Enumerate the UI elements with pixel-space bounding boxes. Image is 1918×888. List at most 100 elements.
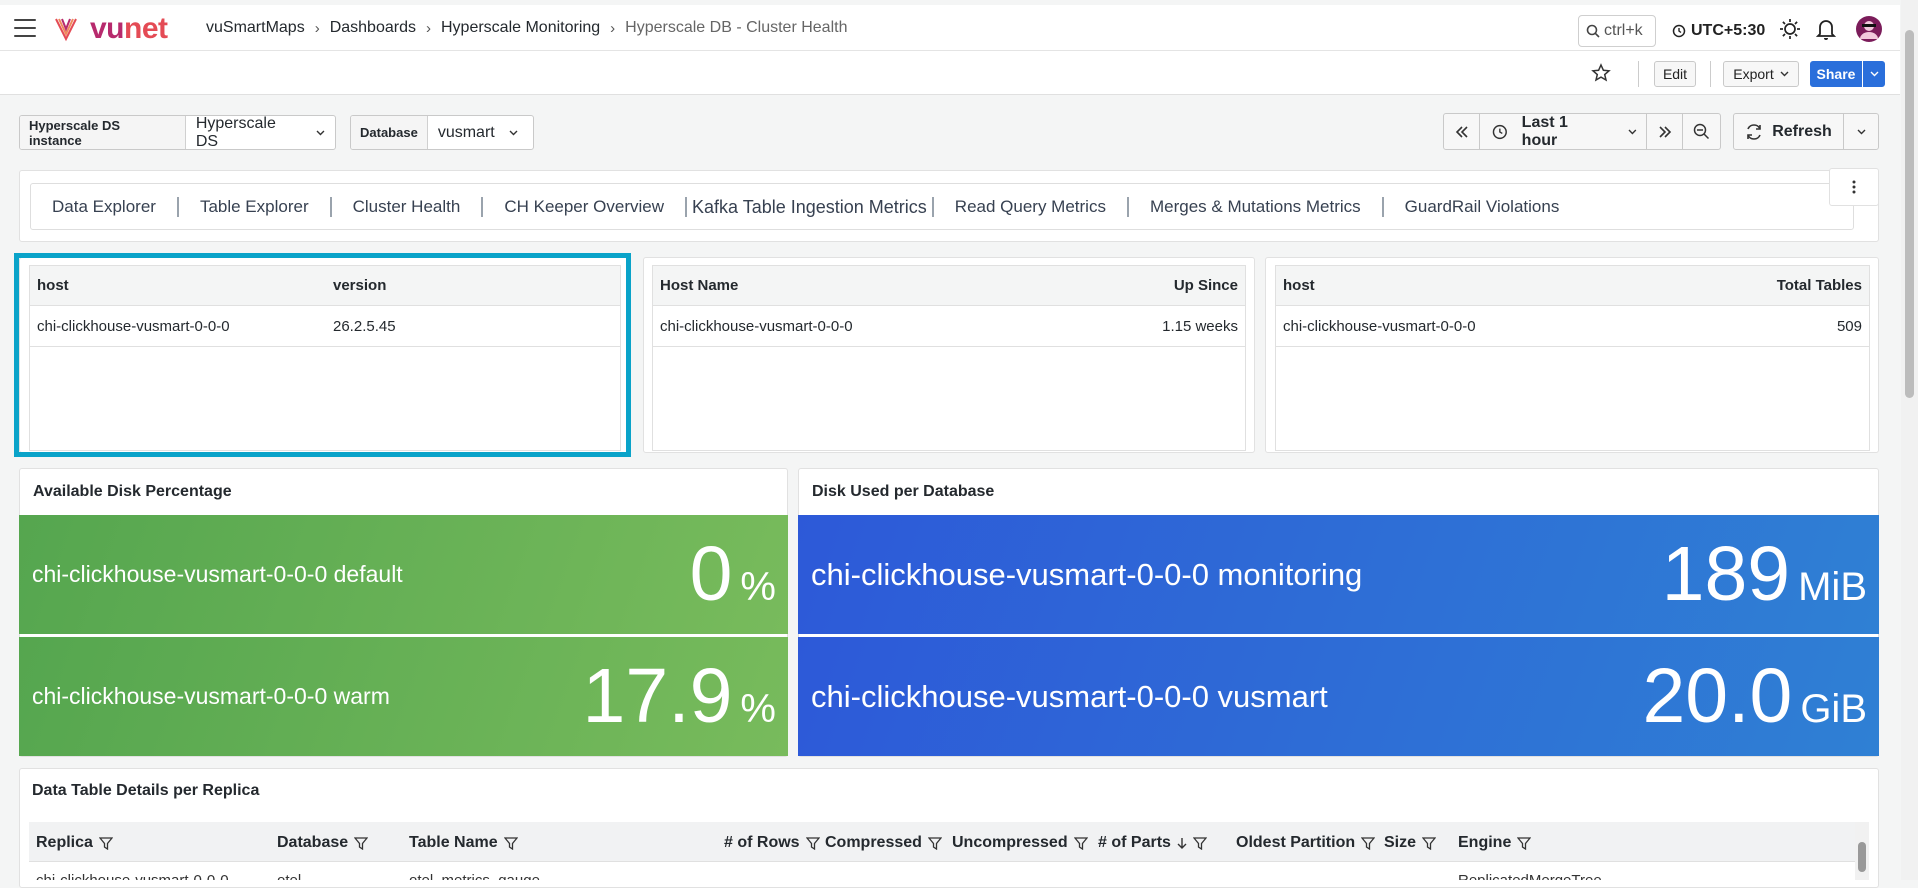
clock-icon <box>1672 24 1686 38</box>
cell-engine: ReplicatedMergeTree <box>1458 872 1602 880</box>
filter-icon[interactable] <box>1517 836 1532 850</box>
cell-up-since: 1.15 weeks <box>1162 317 1238 335</box>
filter-icon[interactable] <box>1422 836 1437 850</box>
stat-unit: MiB <box>1798 565 1867 609</box>
filter-icon[interactable] <box>1192 836 1207 850</box>
page-scrollbar[interactable] <box>1901 0 1918 880</box>
column-header-engine[interactable]: Engine <box>1458 834 1532 852</box>
breadcrumb-separator-icon: › <box>425 19 431 37</box>
tab-cluster-health[interactable]: Cluster Health <box>332 196 484 217</box>
tab-table-explorer[interactable]: Table Explorer <box>179 196 332 217</box>
variable-value: vusmart <box>437 123 495 141</box>
time-shift-forward-button[interactable] <box>1647 114 1683 149</box>
filter-icon[interactable] <box>98 836 113 850</box>
brand-mark-icon <box>55 18 77 42</box>
refresh-interval-dropdown[interactable] <box>1844 114 1878 149</box>
column-header-oldest-partition[interactable]: Oldest Partition <box>1236 834 1376 852</box>
stat-unit: % <box>740 565 776 609</box>
stat-value: 20.0 <box>1642 653 1793 739</box>
menu-icon[interactable] <box>14 19 36 37</box>
search-icon <box>1586 24 1600 38</box>
stat-unit: GiB <box>1800 687 1867 731</box>
theme-sun-icon[interactable] <box>1779 18 1801 40</box>
variable-label: Database <box>351 116 428 149</box>
notification-bell-icon[interactable] <box>1816 18 1836 40</box>
scrollbar-thumb[interactable] <box>1905 30 1914 398</box>
variable-label: Hyperscale DS instance <box>20 116 186 149</box>
panel-menu-button[interactable] <box>1829 168 1879 206</box>
column-header-compressed[interactable]: Compressed <box>825 834 942 852</box>
stat-value: 17.9 <box>582 653 733 739</box>
filter-icon[interactable] <box>1361 836 1376 850</box>
stat-tile: chi-clickhouse-vusmart-0-0-0 vusmart 20.… <box>798 637 1879 756</box>
stat-tile: chi-clickhouse-vusmart-0-0-0 monitoring … <box>798 515 1879 634</box>
breadcrumb-vusmartmaps[interactable]: vuSmartMaps <box>206 19 305 37</box>
export-label: Export <box>1733 66 1774 82</box>
total-tables-table: host Total Tables chi-clickhouse-vusmart-… <box>1275 265 1870 451</box>
column-header-parts[interactable]: # of Parts <box>1098 834 1207 852</box>
refresh-icon <box>1747 123 1762 140</box>
chevron-down-icon <box>316 130 325 135</box>
filter-icon[interactable] <box>503 836 518 850</box>
app-logo[interactable]: vunet <box>54 14 168 44</box>
export-button[interactable]: Export <box>1723 61 1799 87</box>
variable-database[interactable]: Database vusmart <box>350 115 534 150</box>
column-header-replica[interactable]: Replica <box>36 834 113 852</box>
breadcrumb-hyperscale-monitoring[interactable]: Hyperscale Monitoring <box>441 19 600 37</box>
edit-button[interactable]: Edit <box>1654 61 1696 87</box>
tab-merges-mutations-metrics[interactable]: Merges & Mutations Metrics <box>1129 196 1384 217</box>
zoom-out-button[interactable] <box>1683 114 1720 149</box>
variable-hyperscale-ds-instance[interactable]: Hyperscale DS instance Hyperscale DS <box>19 115 336 150</box>
timezone-button[interactable]: UTC+5:30 <box>1672 22 1765 40</box>
share-button[interactable]: Share <box>1810 61 1862 87</box>
filter-icon[interactable] <box>354 836 369 850</box>
column-header-host[interactable]: host <box>1276 277 1322 294</box>
stat-tile: chi-clickhouse-vusmart-0-0-0 warm 17.9% <box>19 637 788 756</box>
filter-icon[interactable] <box>1073 836 1088 850</box>
sort-down-icon[interactable] <box>1177 837 1187 850</box>
star-favorite-icon[interactable] <box>1591 63 1611 83</box>
double-chevron-right-icon <box>1658 125 1671 138</box>
chevron-down-icon <box>1857 129 1865 134</box>
table-scrollbar[interactable] <box>1855 822 1869 880</box>
tab-data-explorer[interactable]: Data Explorer <box>31 196 179 217</box>
column-header-host-name[interactable]: Host Name <box>653 277 745 294</box>
column-header-size[interactable]: Size <box>1384 834 1437 852</box>
column-header-up-since[interactable]: Up Since <box>1167 277 1245 294</box>
share-options-button[interactable] <box>1863 61 1885 87</box>
column-header-database[interactable]: Database <box>277 834 369 852</box>
time-range-picker[interactable]: Last 1 hour <box>1480 114 1647 149</box>
tab-read-query-metrics[interactable]: Read Query Metrics <box>934 196 1129 217</box>
tab-ch-keeper-overview[interactable]: CH Keeper Overview <box>483 196 687 217</box>
stat-name: chi-clickhouse-vusmart-0-0-0 monitoring <box>811 556 1363 592</box>
toolbar-divider <box>1710 61 1711 87</box>
vertical-dots-icon <box>1852 180 1856 194</box>
chevron-down-icon <box>1628 129 1637 134</box>
cell-database: otel <box>277 872 301 880</box>
filter-icon[interactable] <box>805 836 820 850</box>
panel-title: Available Disk Percentage <box>33 483 232 500</box>
cell-compressed: ... <box>909 872 922 880</box>
tab-kafka-table-ingestion-metrics[interactable]: Kafka Table Ingestion Metrics <box>687 196 934 217</box>
user-avatar[interactable] <box>1855 15 1883 43</box>
time-controls: Last 1 hour <box>1443 113 1721 150</box>
column-header-table-name[interactable]: Table Name <box>409 834 518 852</box>
panel-title: Disk Used per Database <box>812 483 995 500</box>
column-header-rows[interactable]: # of Rows <box>724 834 820 852</box>
stat-name: chi-clickhouse-vusmart-0-0-0 vusmart <box>811 678 1328 714</box>
stat-value: 189 <box>1661 531 1791 617</box>
stat-unit: % <box>740 687 776 731</box>
refresh-button[interactable]: Refresh <box>1734 114 1844 149</box>
table-row[interactable]: chi-clickhouse-vusmart-0-0-0 otel otel_m… <box>29 862 1869 880</box>
filter-icon[interactable] <box>927 836 942 850</box>
time-shift-back-button[interactable] <box>1444 114 1480 149</box>
search-button[interactable]: ctrl+k <box>1578 15 1656 47</box>
breadcrumb-dashboards[interactable]: Dashboards <box>330 19 416 37</box>
column-header-total-tables[interactable]: Total Tables <box>1770 277 1869 294</box>
table-row: chi-clickhouse-vusmart-0-0-0 1.15 weeks <box>653 306 1245 347</box>
timezone-label: UTC+5:30 <box>1691 22 1766 39</box>
top-navbar: vunet vuSmartMaps › Dashboards › Hypersc… <box>0 5 1900 51</box>
column-header-uncompressed[interactable]: Uncompressed <box>952 834 1088 852</box>
cell-table-name: otel_metrics_gauge <box>409 872 540 880</box>
tab-guardrail-violations[interactable]: GuardRail Violations <box>1384 197 1581 217</box>
